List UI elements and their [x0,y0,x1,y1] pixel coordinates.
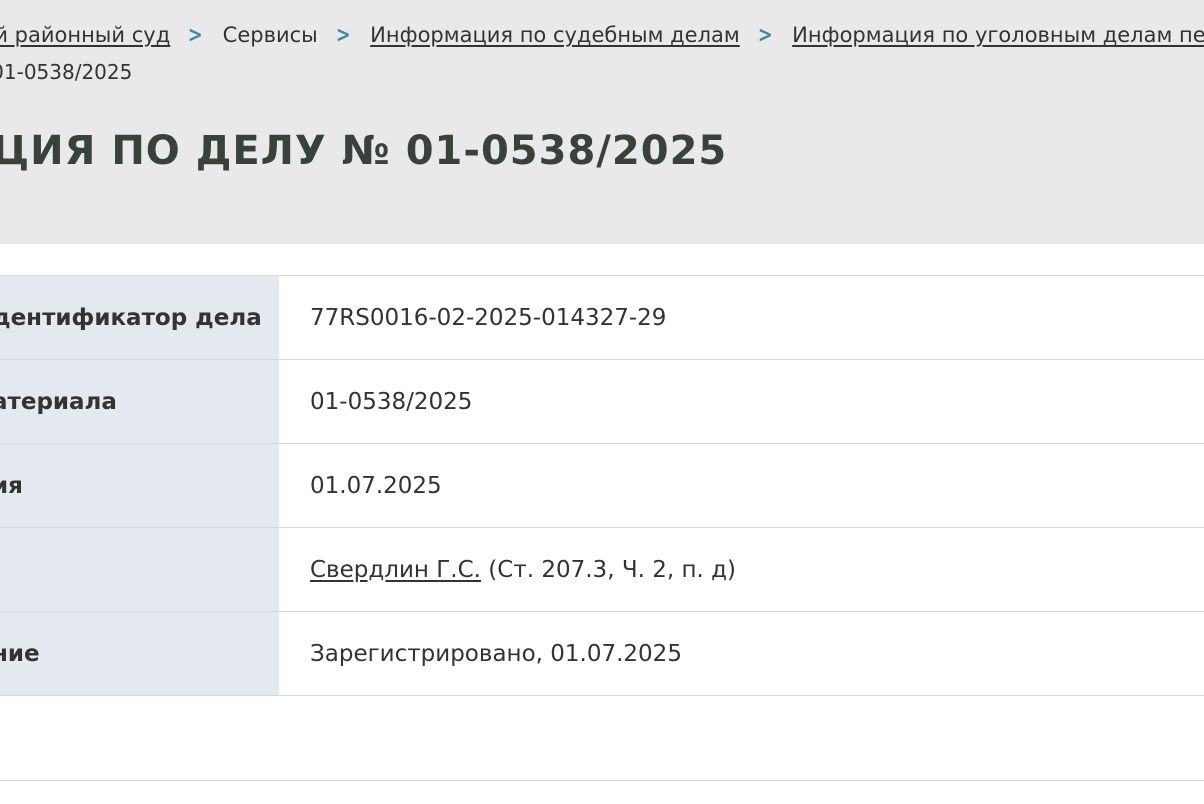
table-row: атериала 01-0538/2025 [0,359,1204,444]
page-header: кий районный суд > Сервисы > Информация по с… [0,0,1204,244]
row-label-text: атериала [0,388,117,415]
table-row: ия 01.07.2025 [0,443,1204,528]
row-value: Зарегистрировано, 01.07.2025 [279,611,1204,696]
page-title: ЦИЯ ПО ДЕЛУ № 01-0538/2025 [0,128,728,174]
article-text: (Ст. 207.3, Ч. 2, п. д) [480,556,736,583]
row-label-text: ия [0,472,23,499]
divider [0,780,1204,781]
breadcrumb-item-services: Сервисы [222,23,318,47]
row-value: 01-0538/2025 [279,359,1204,444]
row-label: дентификатор дела [0,275,279,360]
breadcrumb-link-court[interactable]: кий районный суд [0,23,170,47]
breadcrumb: кий районный суд > Сервисы > Информация по с… [0,20,1204,51]
row-value: 77RS0016-02-2025-014327-29 [279,275,1204,360]
row-label: атериала [0,359,279,444]
table-row: ние Зарегистрировано, 01.07.2025 [0,611,1204,696]
row-label-text: дентификатор дела [0,304,262,331]
defendant-link[interactable]: Свердлин Г.С. [310,557,481,583]
row-label: ия [0,443,279,528]
chevron-right-icon: > [335,23,351,48]
row-value: Свердлин Г.С. (Ст. 207.3, Ч. 2, п. д) [279,527,1204,612]
chevron-right-icon: > [757,23,773,48]
row-label-text: ние [0,640,40,667]
chevron-right-icon: > [188,23,203,48]
row-label: ние [0,611,279,696]
table-row: дентификатор дела 77RS0016-02-2025-01432… [0,275,1204,360]
row-label [0,527,279,612]
breadcrumb-current: № 01-0538/2025 [0,60,133,84]
table-row: Свердлин Г.С. (Ст. 207.3, Ч. 2, п. д) [0,527,1204,612]
breadcrumb-link-case-info[interactable]: Информация по судебным делам [370,23,740,47]
row-value: 01.07.2025 [279,443,1204,528]
breadcrumb-link-criminal-cases[interactable]: Информация по уголовным делам пер [792,23,1204,47]
case-info-table: дентификатор дела 77RS0016-02-2025-01432… [0,275,1204,696]
